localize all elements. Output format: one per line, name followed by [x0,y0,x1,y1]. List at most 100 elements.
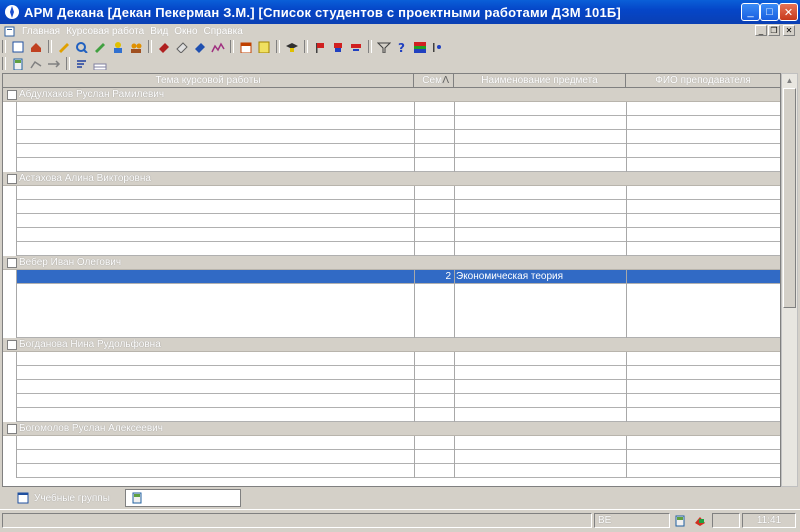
cell-theme[interactable] [18,352,418,366]
cell-sem[interactable] [414,130,451,144]
students-grid[interactable]: Тема курсовой работы Сем. Λ Наименование… [2,73,781,487]
cell-sem[interactable] [414,214,451,228]
mdi-minimize-button[interactable]: _ [755,25,767,36]
status-tools-icon[interactable] [693,515,707,527]
tab-student-list[interactable] [125,489,241,507]
cell-teacher[interactable] [626,284,780,298]
note-icon[interactable] [257,41,271,53]
mdi-close-button[interactable]: ✕ [783,25,795,36]
cell-subject[interactable] [454,214,628,228]
cell-subject[interactable] [454,242,628,256]
cell-sem[interactable] [414,464,451,478]
cell-teacher[interactable] [626,450,780,464]
table-row[interactable] [16,352,780,366]
group-icon[interactable] [129,41,143,53]
cell-sem[interactable] [414,436,451,450]
cell-theme[interactable] [18,158,418,172]
cap-icon[interactable] [285,41,299,53]
book-white-icon[interactable] [175,41,189,53]
table-row[interactable] [16,394,780,408]
cell-subject[interactable] [454,102,628,116]
sort-icon[interactable] [75,58,89,70]
group-checkbox[interactable] [7,174,17,184]
cell-sem[interactable] [414,228,451,242]
group-checkbox[interactable] [7,424,17,434]
cell-subject[interactable] [454,158,628,172]
table-row[interactable] [16,130,780,144]
edit-icon[interactable] [57,41,71,53]
new-icon[interactable] [11,41,25,53]
chart-icon[interactable] [211,41,225,53]
table-row[interactable] [16,408,780,422]
cell-subject[interactable] [454,380,628,394]
cell-sem[interactable] [414,242,451,256]
table-row[interactable] [16,228,780,242]
book-blue-icon[interactable] [193,41,207,53]
calculator-icon[interactable] [11,58,25,70]
cell-subject[interactable] [454,116,628,130]
table-row[interactable] [16,214,780,228]
cell-sem[interactable] [414,408,451,422]
flag-red-icon[interactable] [313,41,327,53]
cell-theme[interactable] [18,214,418,228]
table-row[interactable] [16,102,780,116]
column-header-theme[interactable]: Тема курсовой работы [3,74,414,87]
cell-theme[interactable] [18,130,418,144]
table-row[interactable]: 2 Экономическая теория [16,270,780,284]
cell-sem[interactable]: 2 [414,270,451,284]
table-row[interactable] [16,380,780,394]
vertical-scrollbar[interactable]: ▲ [781,73,798,487]
cell-teacher[interactable] [626,102,780,116]
cell-subject[interactable] [454,352,628,366]
cell-theme[interactable] [18,464,418,478]
menu-view[interactable]: Вид [150,26,168,37]
home-icon[interactable] [29,41,43,53]
menu-help[interactable]: Справка [204,26,243,37]
table-row[interactable] [16,284,780,338]
table-row[interactable] [16,436,780,450]
cell-sem[interactable] [414,352,451,366]
minimize-button[interactable]: _ [741,3,760,21]
cell-theme[interactable] [18,284,418,298]
mdi-restore-button[interactable]: ❐ [768,25,780,36]
cell-subject[interactable] [454,284,628,298]
cell-theme[interactable] [18,408,418,422]
cell-teacher[interactable] [626,144,780,158]
cell-theme[interactable] [18,200,418,214]
column-header-semester[interactable]: Сем. Λ [414,74,454,87]
menu-coursework[interactable]: Курсовая работа [66,26,144,37]
cell-subject[interactable]: Экономическая теория [454,270,628,284]
dot-icon[interactable] [431,41,445,53]
status-calculator-icon[interactable] [674,515,686,527]
table-row[interactable] [16,144,780,158]
cell-theme[interactable] [18,116,418,130]
cell-sem[interactable] [414,200,451,214]
help-icon[interactable]: ? [395,41,409,53]
flag-arrow-icon[interactable] [349,41,363,53]
cell-theme[interactable] [18,366,418,380]
table-row[interactable] [16,116,780,130]
cell-sem[interactable] [414,144,451,158]
cell-subject[interactable] [454,436,628,450]
table-row[interactable] [16,450,780,464]
cell-sem[interactable] [414,380,451,394]
cell-teacher[interactable] [626,242,780,256]
tab-study-groups[interactable]: Учебные группы [16,489,121,507]
column-header-teacher[interactable]: ФИО преподавателя [626,74,780,87]
cell-teacher[interactable] [626,130,780,144]
cell-teacher[interactable] [626,436,780,450]
link-icon[interactable] [29,58,43,70]
menu-main[interactable]: Главная [22,26,60,37]
group-row[interactable]: Абдулхаков Руслан Рамилевич [3,88,780,102]
transfer-icon[interactable] [47,58,61,70]
cell-teacher[interactable] [626,380,780,394]
cell-subject[interactable] [454,228,628,242]
cell-sem[interactable] [414,366,451,380]
cell-theme[interactable] [18,450,418,464]
table-icon[interactable] [93,58,107,70]
cell-subject[interactable] [454,130,628,144]
cell-subject[interactable] [454,394,628,408]
scroll-up-icon[interactable]: ▲ [783,74,796,87]
cell-teacher[interactable] [626,214,780,228]
cell-theme[interactable] [18,394,418,408]
